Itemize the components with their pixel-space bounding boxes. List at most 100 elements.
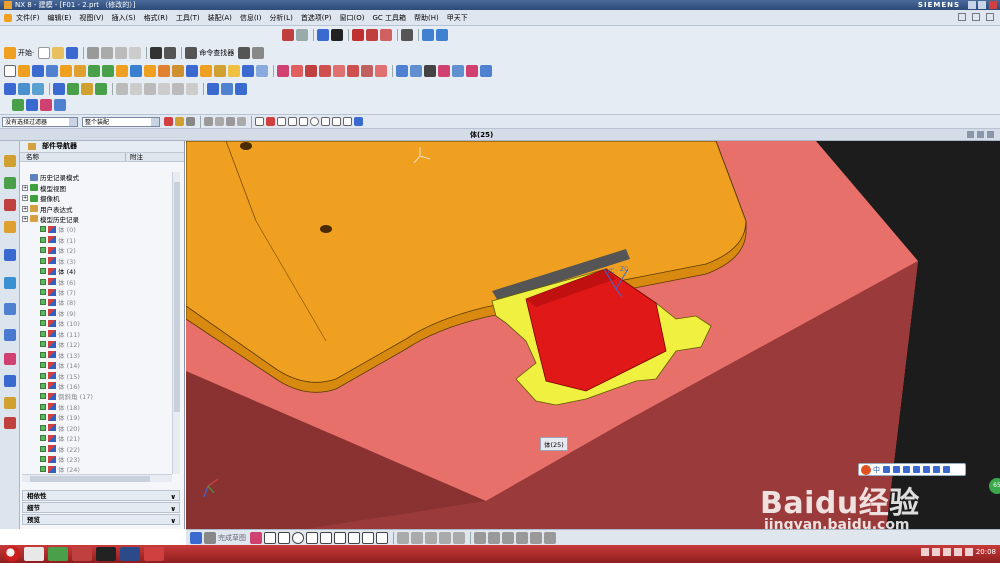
taskbar-nx-icon[interactable] xyxy=(96,547,116,561)
role-tab-icon[interactable] xyxy=(4,397,16,409)
arc-icon[interactable] xyxy=(278,531,290,544)
taskbar-browser-icon[interactable] xyxy=(48,547,68,561)
offset-curve-icon[interactable] xyxy=(397,531,409,544)
quick-trim-icon[interactable] xyxy=(439,531,451,544)
doc-minimize-icon[interactable] xyxy=(958,13,966,21)
section-preview[interactable]: 预览 ∨ xyxy=(22,514,180,525)
assembly-icon[interactable] xyxy=(53,83,65,95)
pattern-face-icon[interactable] xyxy=(333,65,345,77)
snap-quadrant-icon[interactable] xyxy=(321,117,330,126)
view-restore-icon[interactable] xyxy=(977,131,984,138)
ejector-icon[interactable] xyxy=(186,83,198,95)
maximize-icon[interactable] xyxy=(978,1,986,9)
visibility-checkbox[interactable] xyxy=(40,268,46,275)
select-all-icon[interactable] xyxy=(175,117,184,126)
sketch-name-icon[interactable] xyxy=(204,531,216,544)
visibility-checkbox[interactable] xyxy=(40,456,46,463)
history-tab-icon[interactable] xyxy=(4,303,16,315)
visibility-checkbox[interactable] xyxy=(40,372,46,379)
tree-node[interactable]: + 模型视图 xyxy=(22,182,172,193)
tree-node[interactable]: 体 (15) xyxy=(22,370,172,381)
face-rule-icon[interactable] xyxy=(215,117,224,126)
tree-node[interactable]: 体 (16) xyxy=(22,381,172,391)
link-icon[interactable] xyxy=(54,99,66,111)
polygon-icon[interactable] xyxy=(348,531,360,544)
studio-spline-icon[interactable] xyxy=(376,531,388,544)
feature-curve-icon[interactable] xyxy=(186,117,195,126)
snap-midpoint-icon[interactable] xyxy=(277,117,286,126)
ime-tools-icon[interactable] xyxy=(933,466,940,473)
navigator-vertical-scrollbar[interactable] xyxy=(172,172,180,474)
visibility-checkbox[interactable] xyxy=(40,435,46,442)
undo-icon[interactable] xyxy=(150,47,163,59)
layer-icon[interactable] xyxy=(352,29,364,41)
resize-blend-icon[interactable] xyxy=(361,65,373,77)
menu-gc-toolbox[interactable]: GC 工具箱 xyxy=(372,13,406,23)
visibility-checkbox[interactable] xyxy=(40,466,46,473)
menu-info[interactable]: 信息(I) xyxy=(240,13,262,23)
draft-icon[interactable] xyxy=(256,65,268,77)
selection-filter-icon[interactable] xyxy=(164,117,173,126)
open-file-icon[interactable] xyxy=(52,47,65,59)
menu-insert[interactable]: 插入(S) xyxy=(112,13,136,23)
tray-flag-icon[interactable] xyxy=(953,548,962,556)
auto-dimension-icon[interactable] xyxy=(516,531,528,544)
taskbar-explorer-icon[interactable] xyxy=(24,547,44,561)
pocket-icon[interactable] xyxy=(88,65,100,77)
tree-node[interactable]: + 用户表达式 xyxy=(22,203,172,214)
section-icon[interactable] xyxy=(32,83,44,95)
menu-jiatianxia[interactable]: 甲天下 xyxy=(447,13,468,23)
snap-control-icon[interactable] xyxy=(288,117,297,126)
follow-fillet-icon[interactable] xyxy=(237,117,246,126)
extend-icon[interactable] xyxy=(466,65,478,77)
tray-power-icon[interactable] xyxy=(964,548,973,556)
pattern-curve-icon[interactable] xyxy=(411,531,423,544)
visibility-checkbox[interactable] xyxy=(40,247,46,254)
tree-node[interactable]: 体 (2) xyxy=(22,245,172,255)
offset-surface-icon[interactable] xyxy=(480,65,492,77)
minimize-icon[interactable] xyxy=(968,1,976,9)
taskbar-app-icon[interactable] xyxy=(72,547,92,561)
split-body-icon[interactable] xyxy=(200,65,212,77)
tree-node[interactable]: 体 (9) xyxy=(22,308,172,318)
ime-settings-icon[interactable] xyxy=(943,466,950,473)
menu-file[interactable]: 文件(F) xyxy=(16,13,40,23)
ime-emoji-icon[interactable] xyxy=(893,466,900,473)
view-close-icon[interactable] xyxy=(987,131,994,138)
ime-skin-icon[interactable] xyxy=(923,466,930,473)
clock[interactable]: 20:08 xyxy=(976,548,996,556)
visibility-checkbox[interactable] xyxy=(40,414,46,421)
tree-node[interactable]: 体 (7) xyxy=(22,287,172,297)
tree-node[interactable]: 体 (22) xyxy=(22,443,172,454)
finish-sketch-label[interactable]: 完成草图 xyxy=(218,533,246,543)
menu-assembly[interactable]: 装配(A) xyxy=(208,13,232,23)
dimension-icon[interactable] xyxy=(474,531,486,544)
tree-node[interactable]: 体 (12) xyxy=(22,339,172,349)
tree-node[interactable]: 体 (1) xyxy=(22,235,172,245)
relate-icon[interactable] xyxy=(40,99,52,111)
menu-help[interactable]: 帮助(H) xyxy=(414,13,439,23)
visibility-checkbox[interactable] xyxy=(40,424,46,431)
trim-body-icon[interactable] xyxy=(186,65,198,77)
visibility-checkbox[interactable] xyxy=(40,403,46,410)
tree-node[interactable]: 体 (11) xyxy=(22,329,172,339)
drafting-icon[interactable] xyxy=(207,83,219,95)
hole-icon[interactable] xyxy=(46,65,58,77)
stop-at-intersection-icon[interactable] xyxy=(226,117,235,126)
view-minimize-icon[interactable] xyxy=(967,131,974,138)
navigator-horizontal-scrollbar[interactable] xyxy=(22,474,172,482)
column-name[interactable]: 名称 xyxy=(20,153,126,161)
rectangle-icon[interactable] xyxy=(334,531,346,544)
visibility-checkbox[interactable] xyxy=(40,382,46,389)
start-button[interactable] xyxy=(4,546,20,562)
sogou-ime-icon[interactable] xyxy=(861,465,871,475)
profile-icon[interactable] xyxy=(250,531,262,544)
move-face-icon[interactable] xyxy=(305,65,317,77)
ime-toolbar[interactable]: 中 xyxy=(858,463,966,476)
copy-icon[interactable] xyxy=(101,47,114,59)
expand-icon[interactable]: + xyxy=(22,195,28,202)
alternate-solution-icon[interactable] xyxy=(544,531,556,544)
ime-keyboard-icon[interactable] xyxy=(913,466,920,473)
command-finder[interactable]: 命令查找器 xyxy=(199,48,234,58)
mirror-face-icon[interactable] xyxy=(347,65,359,77)
